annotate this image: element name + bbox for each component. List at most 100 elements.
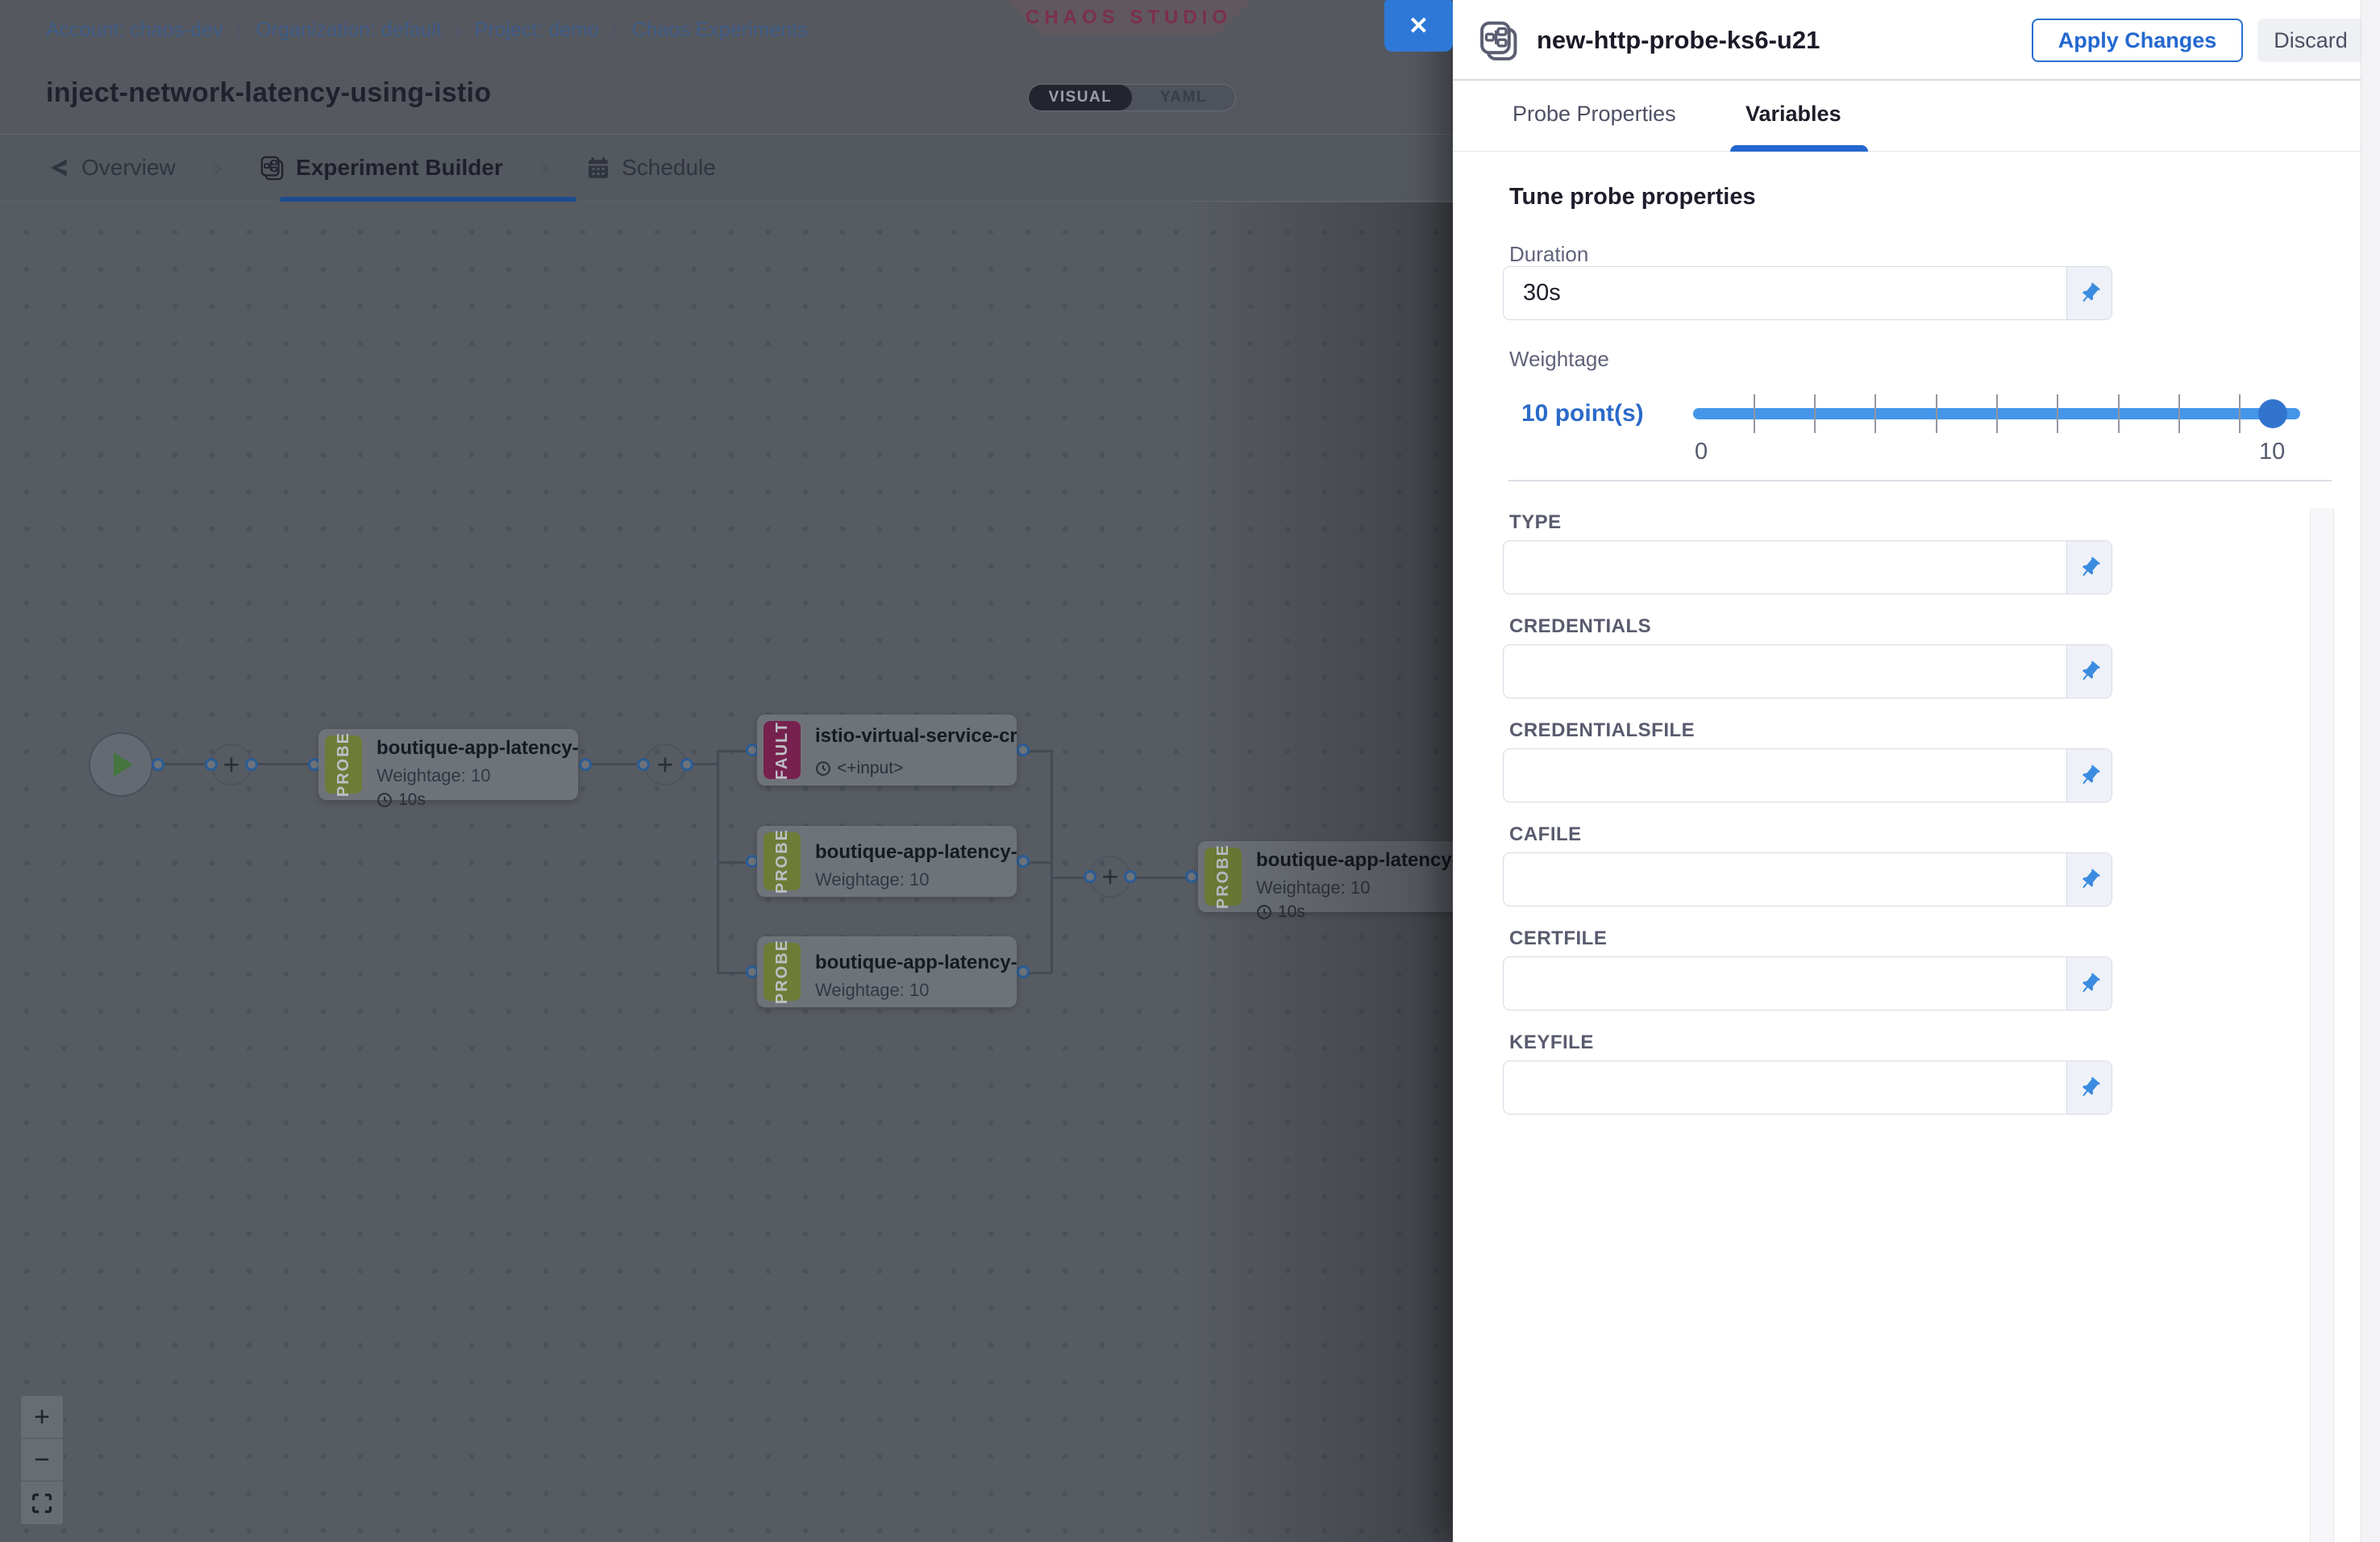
pin-button[interactable] [2066,853,2112,906]
clock-icon [815,761,831,777]
pin-button[interactable] [2066,645,2112,698]
edge [590,763,640,765]
probe-badge: PROBE [1205,848,1242,906]
slider-handle[interactable] [2258,399,2287,428]
experiment-builder-icon [259,155,285,181]
field-label: CAFILE [1509,823,1582,846]
field-control [1503,540,2112,594]
field-label: CREDENTIALSFILE [1509,719,1695,742]
field-control [1503,644,2112,698]
duration-input[interactable] [1503,266,2112,320]
pin-button[interactable] [2066,541,2112,594]
pin-icon [2078,1076,2102,1100]
window-scrollbar[interactable] [2361,0,2380,1542]
node-duration: 10s [377,790,572,810]
pin-button[interactable] [2066,749,2112,802]
edge-port[interactable] [1124,870,1137,883]
probe-node-card[interactable]: PROBE boutique-app-latency-ch... Weighta… [1198,841,1453,912]
certfile-input[interactable] [1503,956,2112,1011]
edge-port[interactable] [245,758,258,771]
chevron-right-icon: › [213,152,222,184]
edge [1134,877,1188,879]
node-title: boutique-app-latency-ch... [377,737,572,760]
node-title: boutique-app-latency-ch... [815,841,1010,864]
edge-port[interactable] [579,758,592,771]
weightage-label: Weightage [1509,347,1609,372]
visual-toggle-button[interactable]: VISUAL [1029,85,1132,110]
edge-port[interactable] [680,758,693,771]
probe-node-card[interactable]: PROBE boutique-app-latency-ch... Weighta… [318,729,578,800]
probe-node-card[interactable]: PROBE boutique-app-latency-ch... Weighta… [757,826,1017,897]
zoom-out-button[interactable]: − [21,1439,63,1482]
section-title: Tune probe properties [1509,184,1756,210]
drawer-close-button[interactable]: ✕ [1384,0,1453,52]
credentials-input[interactable] [1503,644,2112,698]
node-duration: 10s [1256,902,1451,922]
node-title: boutique-app-latency-ch... [815,952,1010,974]
active-tab-underline [280,197,576,202]
page-header: Account: chaos-dev › Organization: defau… [0,0,1453,135]
start-node[interactable] [89,732,153,797]
field-control [1503,748,2112,802]
edge [717,972,749,974]
experiment-canvas[interactable]: + + + PROBE boutique-app-l [0,202,1453,1542]
type-input[interactable] [1503,540,2112,594]
probe-badge: PROBE [764,943,801,1001]
clock-icon [1256,904,1272,920]
drawer-scrollbar[interactable] [2310,508,2334,1542]
pin-button[interactable] [2066,1061,2112,1114]
slider-max-label: 10 [2259,439,2285,465]
edge-port[interactable] [1017,855,1030,868]
edge-port[interactable] [1017,965,1030,978]
tab-variables[interactable]: Variables [1745,102,1841,127]
drawer-tabs: Probe Properties Variables [1453,81,2380,152]
probe-node-card[interactable]: PROBE boutique-app-latency-ch... Weighta… [757,936,1017,1007]
edge [1026,972,1052,974]
tab-probe-properties[interactable]: Probe Properties [1512,102,1676,127]
breadcrumb-chaos-experiments[interactable]: Chaos Experiments [632,19,808,42]
edge-port[interactable] [1185,870,1198,883]
edge-port[interactable] [1017,744,1030,756]
pin-button[interactable] [2066,267,2112,319]
wizard-tabs: Overview › Experiment Builder › [46,135,716,201]
edge [1051,877,1086,879]
tab-overview[interactable]: Overview [46,155,176,181]
overview-icon [46,156,70,180]
fault-node-card[interactable]: FAULT istio-virtual-service-crea... <+in… [757,715,1017,786]
keyfile-input[interactable] [1503,1061,2112,1115]
edge-port[interactable] [637,758,650,771]
calendar-icon [586,156,610,180]
edge-port[interactable] [1084,870,1096,883]
edge-port[interactable] [152,758,164,771]
yaml-toggle-button[interactable]: YAML [1132,85,1235,110]
discard-button[interactable]: Discard [2257,19,2364,62]
weightage-slider[interactable] [1693,374,2330,455]
breadcrumb-separator: › [236,18,243,43]
cafile-input[interactable] [1503,852,2112,906]
field-label: CREDENTIALS [1509,615,1651,638]
tab-schedule[interactable]: Schedule [586,155,716,181]
drawer-header: new-http-probe-ks6-u21 Apply Changes Dis… [1453,0,2380,81]
edge [717,750,749,752]
credentialsfile-input[interactable] [1503,748,2112,802]
pin-icon [2078,972,2102,996]
tab-experiment-builder[interactable]: Experiment Builder [259,155,503,181]
pin-icon [2078,660,2102,684]
breadcrumb-account[interactable]: Account: chaos-dev [46,19,223,42]
edge [1026,750,1052,752]
apply-changes-button[interactable]: Apply Changes [2032,19,2243,62]
close-icon: ✕ [1408,12,1429,40]
field-control [1503,1061,2112,1115]
edge [256,763,314,765]
zoom-in-button[interactable]: + [21,1396,63,1439]
visual-yaml-toggle[interactable]: VISUAL YAML [1028,84,1236,111]
node-weightage: Weightage: 10 [377,765,572,786]
fullscreen-button[interactable] [21,1482,63,1524]
tab-experiment-builder-label: Experiment Builder [296,155,503,181]
field-label: KEYFILE [1509,1031,1594,1054]
breadcrumb-organization[interactable]: Organization: default [256,19,442,42]
breadcrumb-project[interactable]: Project: demo [475,19,599,42]
clock-icon [377,792,393,808]
edge-port[interactable] [205,758,218,771]
pin-button[interactable] [2066,957,2112,1010]
